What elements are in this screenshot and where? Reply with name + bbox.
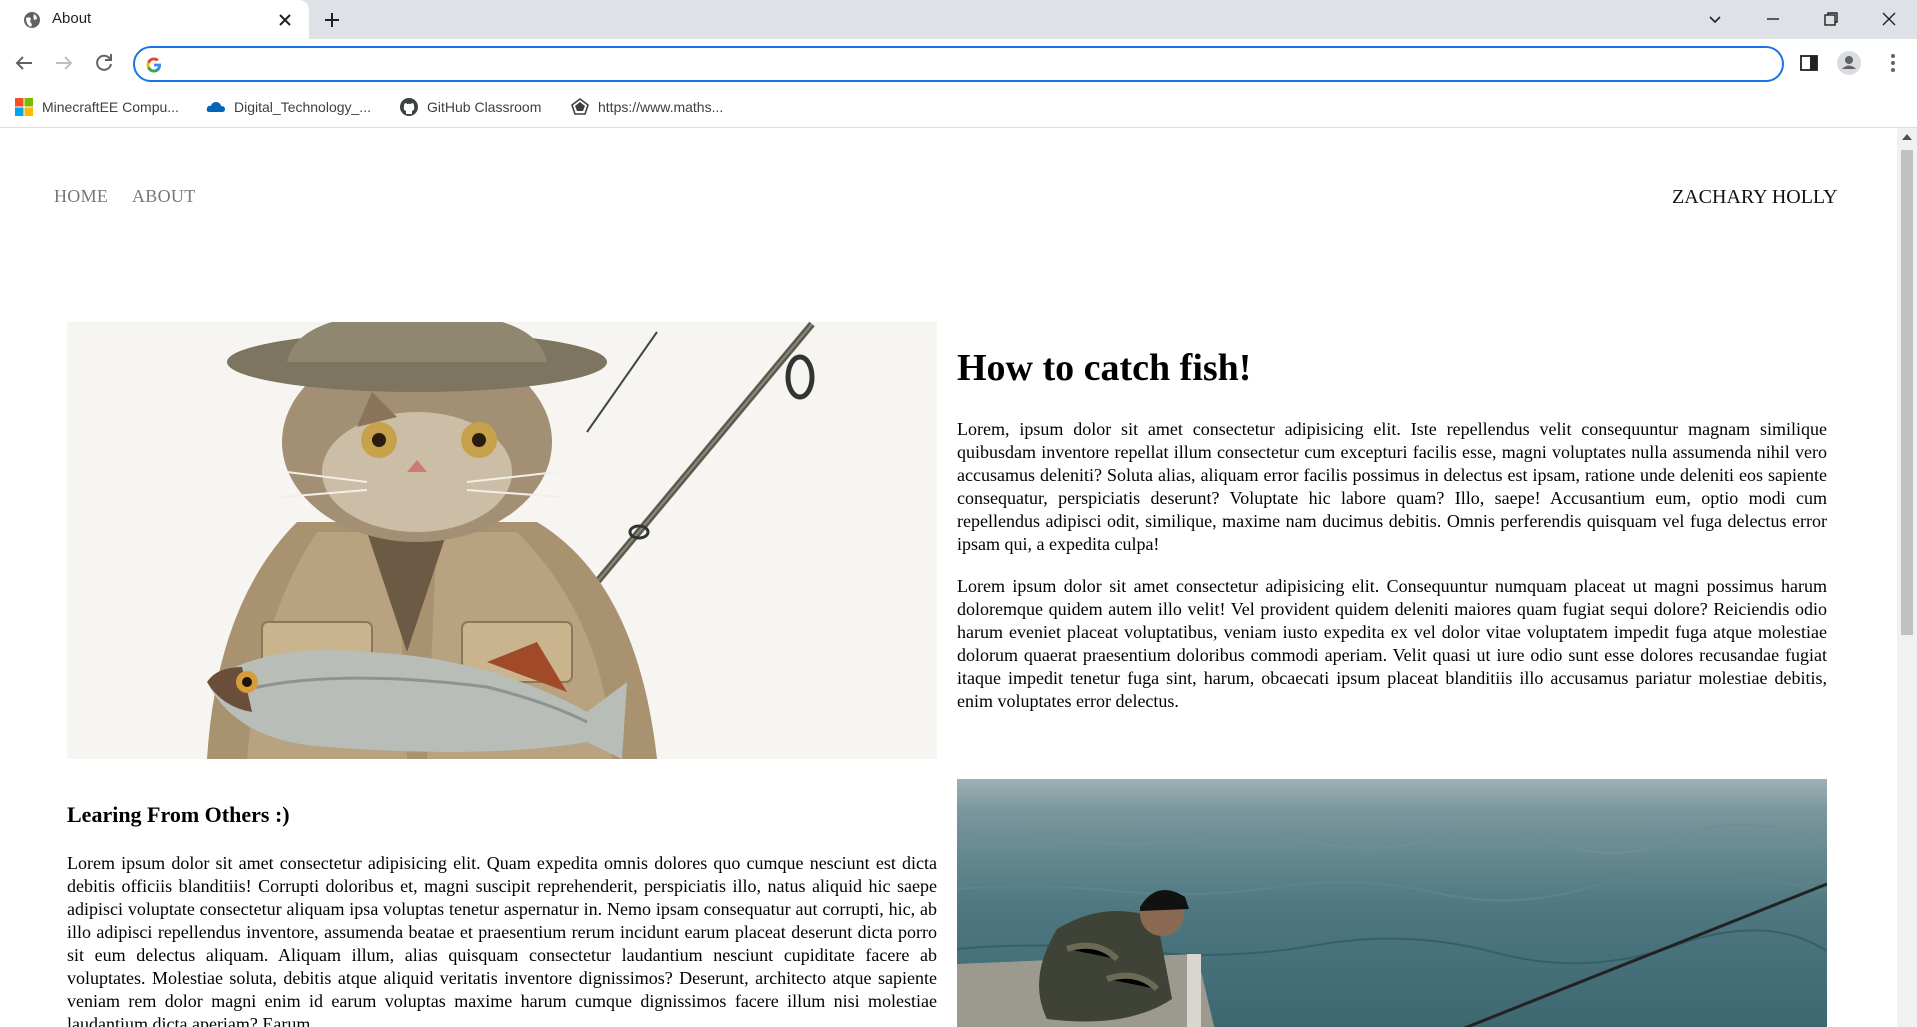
google-icon [146, 57, 161, 73]
new-tab-icon[interactable] [322, 10, 342, 30]
section-heading: Learing From Others :) [67, 802, 290, 827]
page-scrollbar[interactable] [1897, 128, 1917, 1027]
sea-fisherman-image [957, 779, 1827, 1027]
bookmark-maths[interactable]: https://www.maths... [570, 95, 723, 119]
bookmark-github-classroom[interactable]: GitHub Classroom [399, 95, 541, 119]
profile-avatar-icon[interactable] [1836, 50, 1862, 76]
onedrive-icon [206, 102, 225, 112]
close-tab-icon[interactable] [276, 11, 294, 29]
bookmarks-bar: MinecraftEE Compu... Digital_Technology_… [0, 87, 1917, 128]
windows-icon [15, 98, 33, 116]
address-bar[interactable] [133, 46, 1784, 82]
kebab-menu-icon[interactable] [1880, 50, 1906, 76]
nav-link-home[interactable]: HOME [54, 186, 108, 207]
bookmark-label: GitHub Classroom [427, 99, 542, 115]
side-panel-icon[interactable] [1796, 50, 1822, 76]
tab-search-icon[interactable] [1704, 8, 1726, 30]
second-article: Learing From Others :) Lorem ipsum dolor… [67, 802, 937, 1027]
reload-icon[interactable] [92, 51, 116, 75]
page-title: How to catch fish! [957, 347, 1252, 389]
paragraph: Lorem ipsum dolor sit amet consectetur a… [957, 576, 1827, 711]
tab-strip: About [0, 0, 1917, 39]
minimize-icon[interactable] [1762, 8, 1784, 30]
paragraph: Lorem ipsum dolor sit amet consectetur a… [67, 853, 937, 1027]
forward-arrow-icon[interactable] [52, 51, 76, 75]
paragraph: Lorem, ipsum dolor sit amet consectetur … [957, 419, 1827, 554]
site-owner-name: ZACHARY HOLLY [1672, 186, 1838, 208]
restore-icon[interactable] [1820, 8, 1842, 30]
browser-tab-active[interactable]: About [0, 0, 309, 39]
browser-toolbar [0, 39, 1917, 87]
bookmark-label: MinecraftEE Compu... [42, 99, 179, 115]
cat-fisherman-image [67, 322, 937, 759]
close-window-icon[interactable] [1878, 8, 1900, 30]
tab-title: About [52, 10, 92, 27]
back-arrow-icon[interactable] [12, 51, 36, 75]
pentagon-icon [571, 98, 589, 115]
scroll-up-arrow-icon[interactable] [1902, 134, 1912, 140]
globe-icon [24, 12, 40, 28]
scrollbar-thumb[interactable] [1901, 150, 1913, 635]
main-article: How to catch fish! Lorem, ipsum dolor si… [957, 346, 1827, 732]
bookmark-minecraft[interactable]: MinecraftEE Compu... [14, 95, 179, 119]
bookmark-label: Digital_Technology_... [234, 99, 371, 115]
url-input[interactable] [175, 52, 1759, 78]
nav-link-about[interactable]: ABOUT [132, 186, 196, 207]
page-viewport: HOME ABOUT ZACHARY HOLLY How to catch fi… [0, 128, 1897, 1027]
bookmark-label: https://www.maths... [598, 99, 724, 115]
github-icon [400, 98, 418, 116]
bookmark-digital-technology[interactable]: Digital_Technology_... [206, 95, 371, 119]
